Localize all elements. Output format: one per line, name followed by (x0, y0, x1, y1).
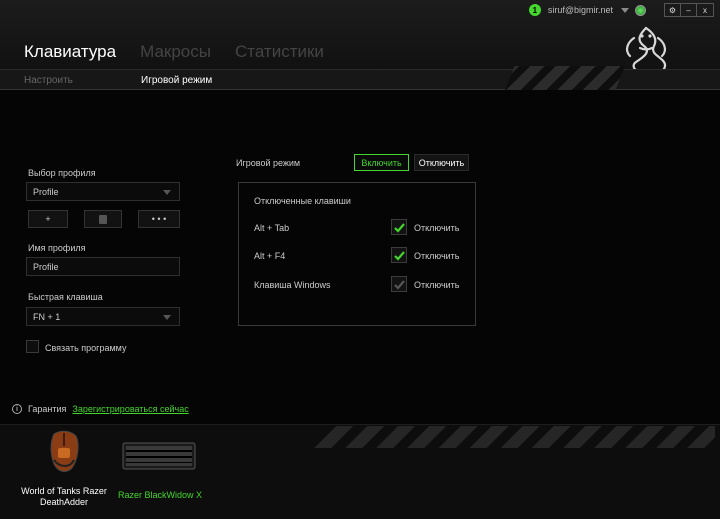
subtab-customize[interactable]: Настроить (24, 75, 73, 86)
alt-tab-action: Отключить (414, 223, 460, 233)
chevron-down-icon (163, 190, 171, 195)
trash-icon (99, 214, 107, 224)
razer-synapse-window: 1 siruf@bigmir.net ⚙ – x Клавиатура Макр… (0, 0, 720, 519)
minimize-button[interactable]: – (681, 4, 697, 16)
key-alt-f4-label: Alt + F4 (254, 251, 286, 261)
key-windows-label: Клавиша Windows (254, 280, 331, 290)
alt-tab-checkbox[interactable] (391, 219, 407, 235)
tab-macros[interactable]: Макросы (140, 42, 211, 62)
sync-status-icon[interactable] (635, 4, 646, 16)
add-profile-button[interactable]: + (28, 210, 68, 228)
warranty-label: Гарантия (28, 404, 67, 414)
decorative-stripes (305, 426, 715, 448)
subtab-game-mode[interactable]: Игровой режим (141, 75, 212, 86)
delete-profile-button[interactable] (84, 210, 122, 228)
decorative-stripes (505, 66, 625, 90)
windows-key-checkbox[interactable] (391, 276, 407, 292)
device-mouse-name[interactable]: World of Tanks Razer DeathAdder (18, 486, 110, 508)
close-button[interactable]: x (697, 4, 713, 16)
hotkey-select[interactable]: FN + 1 (26, 307, 180, 326)
mouse-device-icon[interactable] (46, 430, 82, 474)
keyboard-device-icon[interactable] (122, 442, 196, 470)
device-keyboard-name[interactable]: Razer BlackWidow X (112, 490, 208, 501)
hotkey-value: FN + 1 (33, 312, 61, 322)
game-mode-on-button[interactable]: Включить (354, 154, 409, 171)
alt-f4-checkbox[interactable] (391, 247, 407, 263)
alt-f4-action: Отключить (414, 251, 460, 261)
tab-statistics[interactable]: Статистики (235, 42, 324, 62)
profile-more-button[interactable]: • • • (138, 210, 180, 228)
add-profile-label: + (45, 214, 51, 224)
hotkey-label: Быстрая клавиша (28, 292, 103, 302)
disabled-keys-title: Отключенные клавиши (254, 196, 351, 206)
profile-name-value: Profile (33, 262, 59, 272)
tab-keyboard[interactable]: Клавиатура (24, 42, 116, 62)
profile-select-label: Выбор профиля (28, 168, 96, 178)
chevron-down-icon (163, 315, 171, 320)
register-now-link[interactable]: Зарегистрироваться сейчас (72, 404, 188, 414)
settings-icon[interactable]: ⚙ (665, 4, 681, 16)
header: 1 siruf@bigmir.net ⚙ – x Клавиатура Макр… (0, 0, 720, 90)
main-tabs: Клавиатура Макросы Статистики (24, 42, 324, 62)
window-controls: ⚙ – x (664, 3, 714, 17)
info-icon: i (12, 404, 22, 414)
profile-select[interactable]: Profile (26, 182, 180, 201)
account-dropdown-icon[interactable] (621, 7, 629, 13)
game-mode-label: Игровой режим (236, 158, 301, 168)
disabled-keys-panel: Отключенные клавиши Alt + Tab Отключить … (238, 182, 476, 326)
key-alt-tab-label: Alt + Tab (254, 223, 290, 233)
game-mode-off-button[interactable]: Отключить (414, 154, 469, 171)
profile-name-input[interactable]: Profile (26, 257, 180, 276)
more-options-label: • • • (151, 214, 167, 224)
link-program-label: Связать программу (45, 343, 127, 353)
profile-select-value: Profile (33, 187, 59, 197)
profile-name-label: Имя профиля (28, 243, 86, 253)
link-program-checkbox[interactable] (26, 340, 39, 353)
checkmark-icon (394, 280, 405, 290)
notification-badge[interactable]: 1 (528, 4, 541, 16)
checkmark-icon (394, 223, 405, 233)
top-bar: 1 siruf@bigmir.net ⚙ – x (528, 3, 714, 17)
checkmark-icon (394, 251, 405, 261)
warranty-row: i Гарантия Зарегистрироваться сейчас (12, 404, 189, 414)
windows-key-action: Отключить (414, 280, 460, 290)
account-email[interactable]: siruf@bigmir.net (548, 5, 613, 15)
